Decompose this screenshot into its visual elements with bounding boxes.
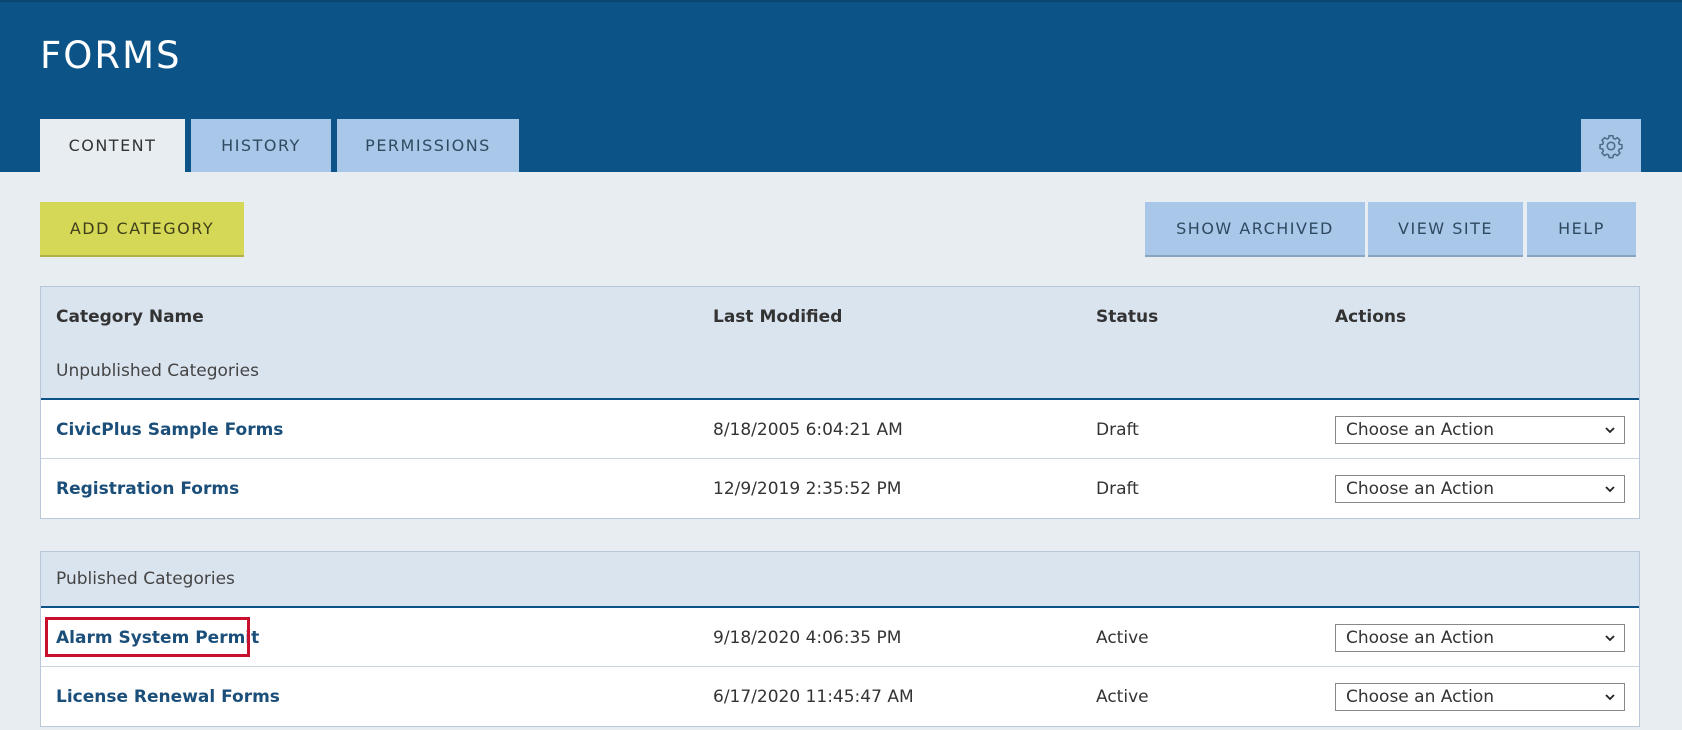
action-select[interactable]: Choose an Action	[1335, 683, 1625, 711]
page-header: FORMS CONTENT HISTORY PERMISSIONS	[0, 0, 1682, 172]
action-select-value: Choose an Action	[1346, 687, 1495, 707]
action-select-value: Choose an Action	[1346, 628, 1495, 648]
settings-button[interactable]	[1581, 119, 1641, 172]
table-row: Registration Forms 12/9/2019 2:35:52 PM …	[41, 459, 1639, 518]
published-categories-table: Published Categories Alarm System Permit…	[40, 551, 1640, 727]
unpublished-categories-table: Category Name Last Modified Status Actio…	[40, 286, 1640, 519]
last-modified: 8/18/2005 6:04:21 AM	[713, 420, 903, 440]
category-link[interactable]: Alarm System Permit	[56, 628, 259, 648]
column-header-status: Status	[1096, 307, 1159, 327]
status-text: Active	[1096, 687, 1149, 707]
add-category-button[interactable]: ADD CATEGORY	[40, 202, 244, 257]
table-header: Category Name Last Modified Status Actio…	[41, 287, 1639, 344]
chevron-down-icon	[1605, 635, 1615, 642]
help-button[interactable]: HELP	[1527, 202, 1636, 257]
last-modified: 12/9/2019 2:35:52 PM	[713, 479, 902, 499]
group-label: Unpublished Categories	[56, 361, 259, 381]
status-text: Active	[1096, 628, 1149, 648]
view-site-button[interactable]: VIEW SITE	[1368, 202, 1523, 257]
table-row: License Renewal Forms 6/17/2020 11:45:47…	[41, 667, 1639, 726]
column-header-actions: Actions	[1335, 307, 1407, 327]
chevron-down-icon	[1605, 694, 1615, 701]
status-text: Draft	[1096, 479, 1139, 499]
chevron-down-icon	[1605, 486, 1615, 493]
toolbar: ADD CATEGORY SHOW ARCHIVED VIEW SITE HEL…	[0, 172, 1682, 282]
action-select[interactable]: Choose an Action	[1335, 624, 1625, 652]
tab-permissions[interactable]: PERMISSIONS	[337, 119, 519, 172]
action-select-value: Choose an Action	[1346, 420, 1495, 440]
last-modified: 6/17/2020 11:45:47 AM	[713, 687, 914, 707]
table-row: Alarm System Permit 9/18/2020 4:06:35 PM…	[41, 608, 1639, 667]
category-link[interactable]: CivicPlus Sample Forms	[56, 420, 283, 440]
tab-bar: CONTENT HISTORY PERMISSIONS	[40, 119, 519, 172]
show-archived-button[interactable]: SHOW ARCHIVED	[1145, 202, 1365, 257]
column-header-last-modified: Last Modified	[713, 307, 843, 327]
action-select[interactable]: Choose an Action	[1335, 475, 1625, 503]
gear-icon	[1599, 134, 1623, 158]
chevron-down-icon	[1605, 427, 1615, 434]
group-header-unpublished: Unpublished Categories	[41, 344, 1639, 400]
page-title: FORMS	[40, 34, 182, 77]
table-row: CivicPlus Sample Forms 8/18/2005 6:04:21…	[41, 400, 1639, 459]
category-link[interactable]: Registration Forms	[56, 479, 239, 499]
tab-content[interactable]: CONTENT	[40, 119, 185, 172]
group-label: Published Categories	[56, 569, 235, 589]
category-link[interactable]: License Renewal Forms	[56, 687, 280, 707]
column-header-category-name: Category Name	[56, 307, 204, 327]
group-header-published: Published Categories	[41, 552, 1639, 608]
action-select[interactable]: Choose an Action	[1335, 416, 1625, 444]
last-modified: 9/18/2020 4:06:35 PM	[713, 628, 902, 648]
tab-history[interactable]: HISTORY	[191, 119, 331, 172]
action-select-value: Choose an Action	[1346, 479, 1495, 499]
status-text: Draft	[1096, 420, 1139, 440]
